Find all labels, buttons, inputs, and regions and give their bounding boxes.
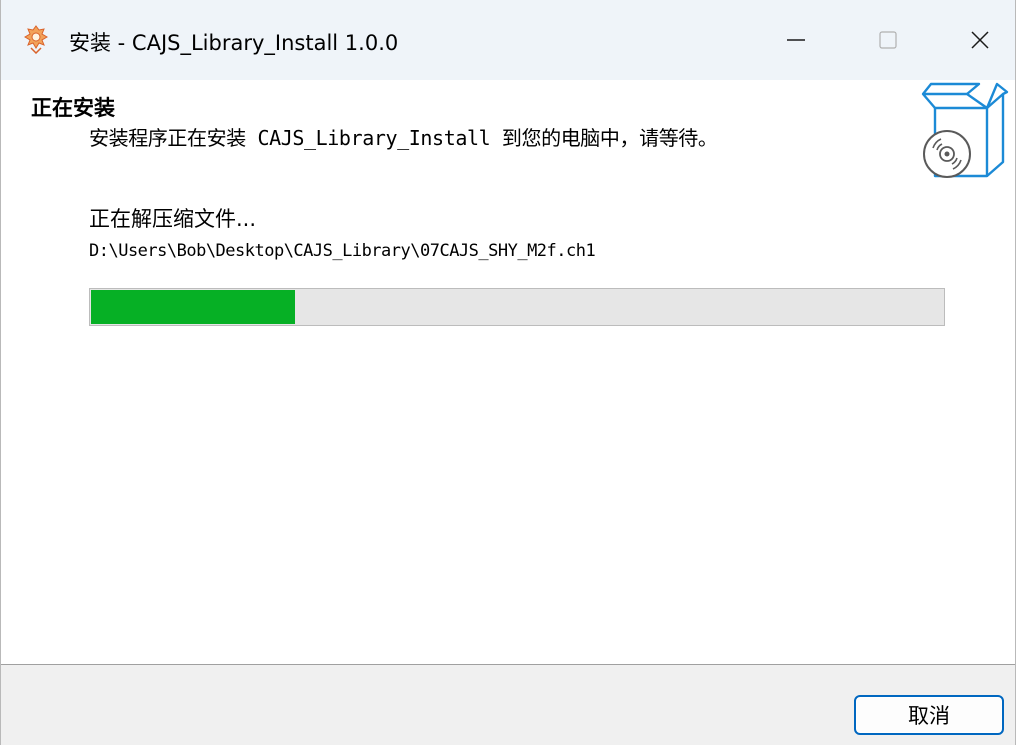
close-button[interactable]: [945, 0, 1015, 80]
close-icon: [971, 31, 989, 49]
installer-window: 安装 - CAJS_Library_Install 1.0.0 正在安装 安装程…: [0, 0, 1016, 745]
maximize-icon: [879, 31, 897, 49]
installer-app-icon: [24, 25, 48, 54]
page-title: 正在安装: [31, 96, 115, 120]
progress-fill: [91, 290, 295, 324]
page-subtitle: 安装程序正在安装 CAJS_Library_Install 到您的电脑中，请等待…: [89, 126, 718, 150]
maximize-button[interactable]: [853, 0, 923, 80]
window-title: 安装 - CAJS_Library_Install 1.0.0: [69, 31, 399, 55]
install-progress-bar: [89, 288, 945, 326]
minimize-icon: [787, 39, 805, 41]
page-header: 正在安装 安装程序正在安装 CAJS_Library_Install 到您的电脑…: [1, 80, 1015, 176]
cancel-button[interactable]: 取消: [854, 695, 1004, 735]
title-bar[interactable]: 安装 - CAJS_Library_Install 1.0.0: [1, 0, 1015, 80]
current-file-path: D:\Users\Bob\Desktop\CAJS_Library\07CAJS…: [89, 241, 596, 261]
minimize-button[interactable]: [761, 0, 831, 80]
software-box-disc-icon: [921, 82, 1009, 178]
status-text: 正在解压缩文件...: [89, 207, 257, 231]
